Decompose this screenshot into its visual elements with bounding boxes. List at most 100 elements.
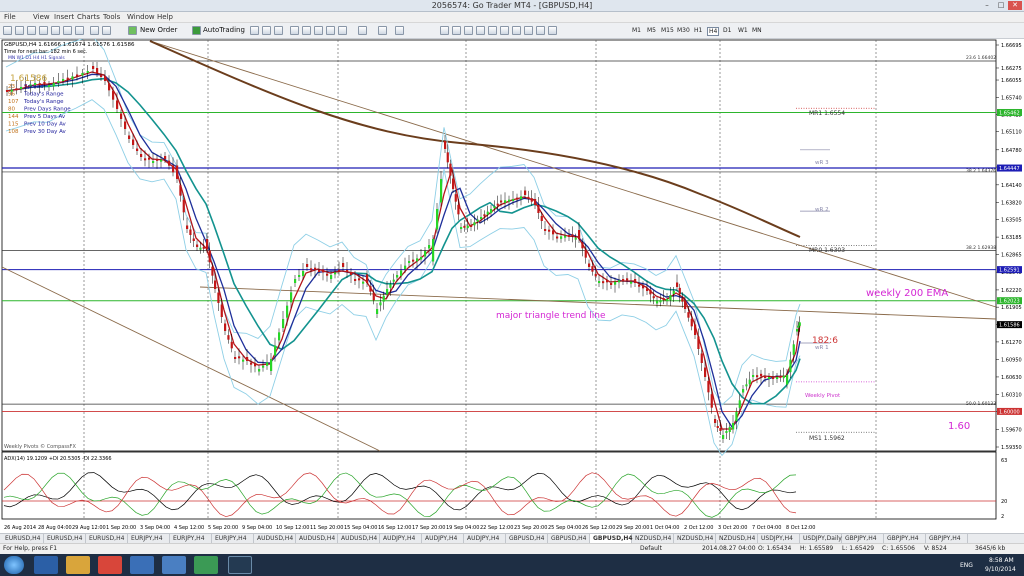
menu-tools[interactable]: Tools	[103, 13, 120, 21]
new-order-icon[interactable]	[128, 26, 137, 35]
tf-m15[interactable]: M15	[661, 27, 674, 34]
price-chart[interactable]: ADX(14) 19.1209 +DI 20.5305 -DI 22.3366 …	[0, 35, 1024, 533]
navigator-icon[interactable]	[51, 26, 60, 35]
minimize-button[interactable]: –	[980, 1, 994, 10]
terminal-icon[interactable]	[63, 26, 72, 35]
bar-chart-icon[interactable]	[250, 26, 259, 35]
tester-icon[interactable]	[75, 26, 84, 35]
chart-tab[interactable]: GBPUSD,H4	[590, 534, 633, 543]
chart-tab[interactable]: NZDUSD,H4	[632, 534, 674, 543]
close-button[interactable]: ✕	[1008, 1, 1022, 10]
trendline-icon[interactable]	[488, 26, 497, 35]
chart-tab[interactable]: EURUSD,H4	[86, 534, 128, 543]
tf-h4[interactable]: H4	[707, 27, 720, 36]
zoom-in-chart-icon[interactable]	[290, 26, 299, 35]
tf-m5[interactable]: M5	[647, 27, 656, 34]
app-icon-2[interactable]	[194, 556, 218, 574]
chart-tab[interactable]: NZDUSD,H4	[674, 534, 716, 543]
chart-tab[interactable]: AUDJPY,H4	[380, 534, 422, 543]
candle-body	[338, 269, 341, 272]
candle-body	[424, 251, 427, 257]
tf-w1[interactable]: W1	[738, 27, 748, 34]
zoom-out-icon[interactable]	[102, 26, 111, 35]
chart-tab[interactable]: AUDUSD,H4	[296, 534, 338, 543]
vertical-line-icon[interactable]	[464, 26, 473, 35]
new-order-button[interactable]: New Order	[140, 26, 177, 34]
line-chart-icon[interactable]	[274, 26, 283, 35]
tf-m30[interactable]: M30	[677, 27, 690, 34]
tile-windows-icon[interactable]	[314, 26, 323, 35]
pivot-mr1: MR1 1.6554	[809, 110, 845, 117]
cursor-icon[interactable]	[440, 26, 449, 35]
auto-scroll-icon[interactable]	[326, 26, 335, 35]
text-label-icon[interactable]	[536, 26, 545, 35]
explorer-icon[interactable]	[66, 556, 90, 574]
menu-insert[interactable]: Insert	[54, 13, 74, 21]
status-profile[interactable]: Default	[640, 545, 662, 552]
tf-mn[interactable]: MN	[752, 27, 762, 34]
chrome-icon[interactable]	[98, 556, 122, 574]
chart-tab[interactable]: AUDUSD,H4	[254, 534, 296, 543]
chart-tab[interactable]: GBPUSD,H4	[548, 534, 590, 543]
candle-body	[168, 160, 171, 166]
crosshair-icon[interactable]	[452, 26, 461, 35]
tf-d1[interactable]: D1	[723, 27, 731, 34]
chart-tab[interactable]: AUDJPY,H4	[422, 534, 464, 543]
chart-tab[interactable]: EURUSD,H4	[44, 534, 86, 543]
channel-icon[interactable]	[500, 26, 509, 35]
candle-body	[564, 235, 567, 238]
word-icon[interactable]	[130, 556, 154, 574]
chart-tab[interactable]: EURJPY,H4	[128, 534, 170, 543]
chart-tab[interactable]: NZDUSD,H4	[716, 534, 758, 543]
chart-tab[interactable]: USDJPY,H4	[758, 534, 800, 543]
autotrading-button[interactable]: AutoTrading	[203, 26, 245, 34]
chart-tab[interactable]: EURJPY,H4	[170, 534, 212, 543]
menu-charts[interactable]: Charts	[77, 13, 100, 21]
menu-view[interactable]: View	[33, 13, 50, 21]
taskbar-clock-date[interactable]: 9/10/2014	[985, 566, 1016, 573]
chart-shift-icon[interactable]	[338, 26, 347, 35]
chart-window[interactable]: ADX(14) 19.1209 +DI 20.5305 -DI 22.3366 …	[0, 35, 1024, 533]
chart-tab[interactable]: GBPJPY,H4	[884, 534, 926, 543]
market-watch-icon[interactable]	[27, 26, 36, 35]
menu-help[interactable]: Help	[157, 13, 173, 21]
horizontal-line-icon[interactable]	[476, 26, 485, 35]
maximize-button[interactable]: □	[994, 1, 1008, 10]
profiles-icon[interactable]	[15, 26, 24, 35]
new-chart-icon[interactable]	[3, 26, 12, 35]
autotrading-icon[interactable]	[192, 26, 201, 35]
chart-tab[interactable]: GBPJPY,H4	[926, 534, 968, 543]
ie-icon[interactable]	[34, 556, 58, 574]
tf-m1[interactable]: M1	[632, 27, 641, 34]
candlestick-icon[interactable]	[262, 26, 271, 35]
chart-header: GBPUSD,H4 1.61666 1.61674 1.61576 1.6158…	[4, 42, 135, 48]
menu-file[interactable]: File	[4, 13, 16, 21]
zoom-in-icon[interactable]	[90, 26, 99, 35]
candle-body	[748, 379, 751, 385]
data-window-icon[interactable]	[39, 26, 48, 35]
start-button[interactable]	[4, 556, 24, 574]
chart-tab[interactable]: GBPJPY,H4	[842, 534, 884, 543]
menu-window[interactable]: Window	[127, 13, 155, 21]
taskbar-clock-time[interactable]: 8:58 AM	[989, 557, 1014, 564]
chart-tab[interactable]: AUDUSD,H4	[338, 534, 380, 543]
candle-body	[62, 79, 65, 81]
taskbar-lang[interactable]: ENG	[960, 562, 973, 569]
chart-tab[interactable]: EURJPY,H4	[212, 534, 254, 543]
mt4-icon[interactable]	[228, 556, 252, 574]
chart-tab[interactable]: USDJPY,Daily	[800, 534, 842, 543]
chart-tab[interactable]: AUDJPY,H4	[464, 534, 506, 543]
tf-h1[interactable]: H1	[694, 27, 702, 34]
candle-body	[392, 279, 395, 282]
chart-tab[interactable]: EURUSD,H4	[2, 534, 44, 543]
arrows-icon[interactable]	[548, 26, 557, 35]
zoom-out-chart-icon[interactable]	[302, 26, 311, 35]
templates-icon[interactable]	[395, 26, 404, 35]
app-icon[interactable]	[162, 556, 186, 574]
fibonacci-icon[interactable]	[512, 26, 521, 35]
indicators-icon[interactable]	[358, 26, 367, 35]
text-tool-icon[interactable]	[524, 26, 533, 35]
time-tick-label: 17 Sep 20:00	[412, 525, 445, 531]
periods-icon[interactable]	[378, 26, 387, 35]
chart-tab[interactable]: GBPUSD,H4	[506, 534, 548, 543]
